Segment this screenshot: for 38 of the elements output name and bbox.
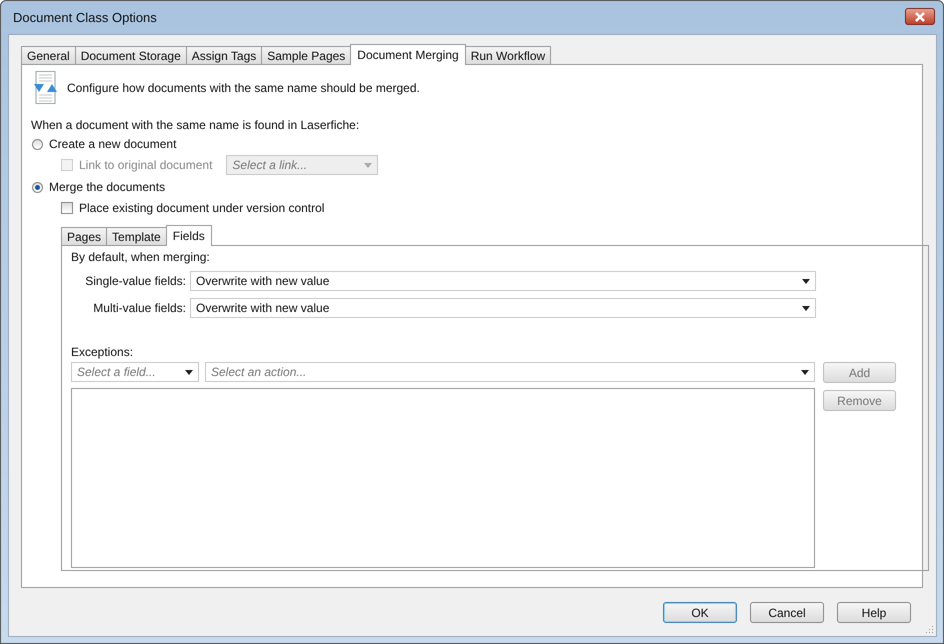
dialog-button[interactable]: OK [663, 602, 737, 623]
tab[interactable]: Document Merging [350, 44, 466, 65]
caret-icon [801, 370, 809, 375]
checkbox[interactable] [61, 202, 73, 214]
tab[interactable]: Fields [166, 225, 212, 246]
document-merge-icon [33, 71, 59, 104]
close-button[interactable] [905, 8, 935, 25]
exceptions-label: Exceptions: [71, 345, 134, 359]
close-icon [913, 12, 927, 22]
field-label: Multi-value fields: [92, 301, 187, 315]
tab[interactable]: Template [106, 227, 167, 245]
tab[interactable]: Assign Tags [186, 46, 262, 64]
tab[interactable]: General [21, 46, 76, 64]
field-label: Single-value fields: [84, 274, 187, 288]
checkbox-label[interactable]: Place existing document under version control [79, 201, 324, 215]
caret-icon [364, 163, 372, 168]
field-dropdown[interactable]: Select a field... [71, 362, 199, 382]
merge-dropdown[interactable]: Overwrite with new value [190, 298, 816, 318]
prompt-text: When a document with the same name is found in Laserfiche: [31, 118, 360, 132]
radio-label[interactable]: Create a new document [49, 137, 176, 151]
radio-button[interactable] [32, 138, 43, 150]
tab[interactable]: Run Workflow [464, 46, 552, 64]
merge-dropdown[interactable]: Overwrite with new value [190, 271, 816, 291]
window-title: Document Class Options [13, 10, 157, 25]
caret-icon [802, 306, 810, 310]
radio-label[interactable]: Merge the documents [49, 180, 166, 194]
caret-icon [802, 278, 810, 284]
action-dropdown[interactable]: Select an action... [205, 362, 815, 382]
radio-button[interactable] [32, 182, 43, 192]
dialog-button[interactable]: Help [837, 602, 911, 623]
caret-icon [185, 370, 193, 375]
resize-grip-icon [924, 624, 934, 634]
dialog-button[interactable]: Cancel [750, 602, 824, 623]
tab[interactable]: Sample Pages [261, 46, 352, 64]
tab[interactable]: Pages [61, 227, 108, 245]
tab[interactable]: Document Storage [74, 46, 187, 64]
defaults-heading: By default, when merging: [71, 250, 211, 264]
description-text: Configure how documents with the same name should be merged. [67, 80, 420, 94]
